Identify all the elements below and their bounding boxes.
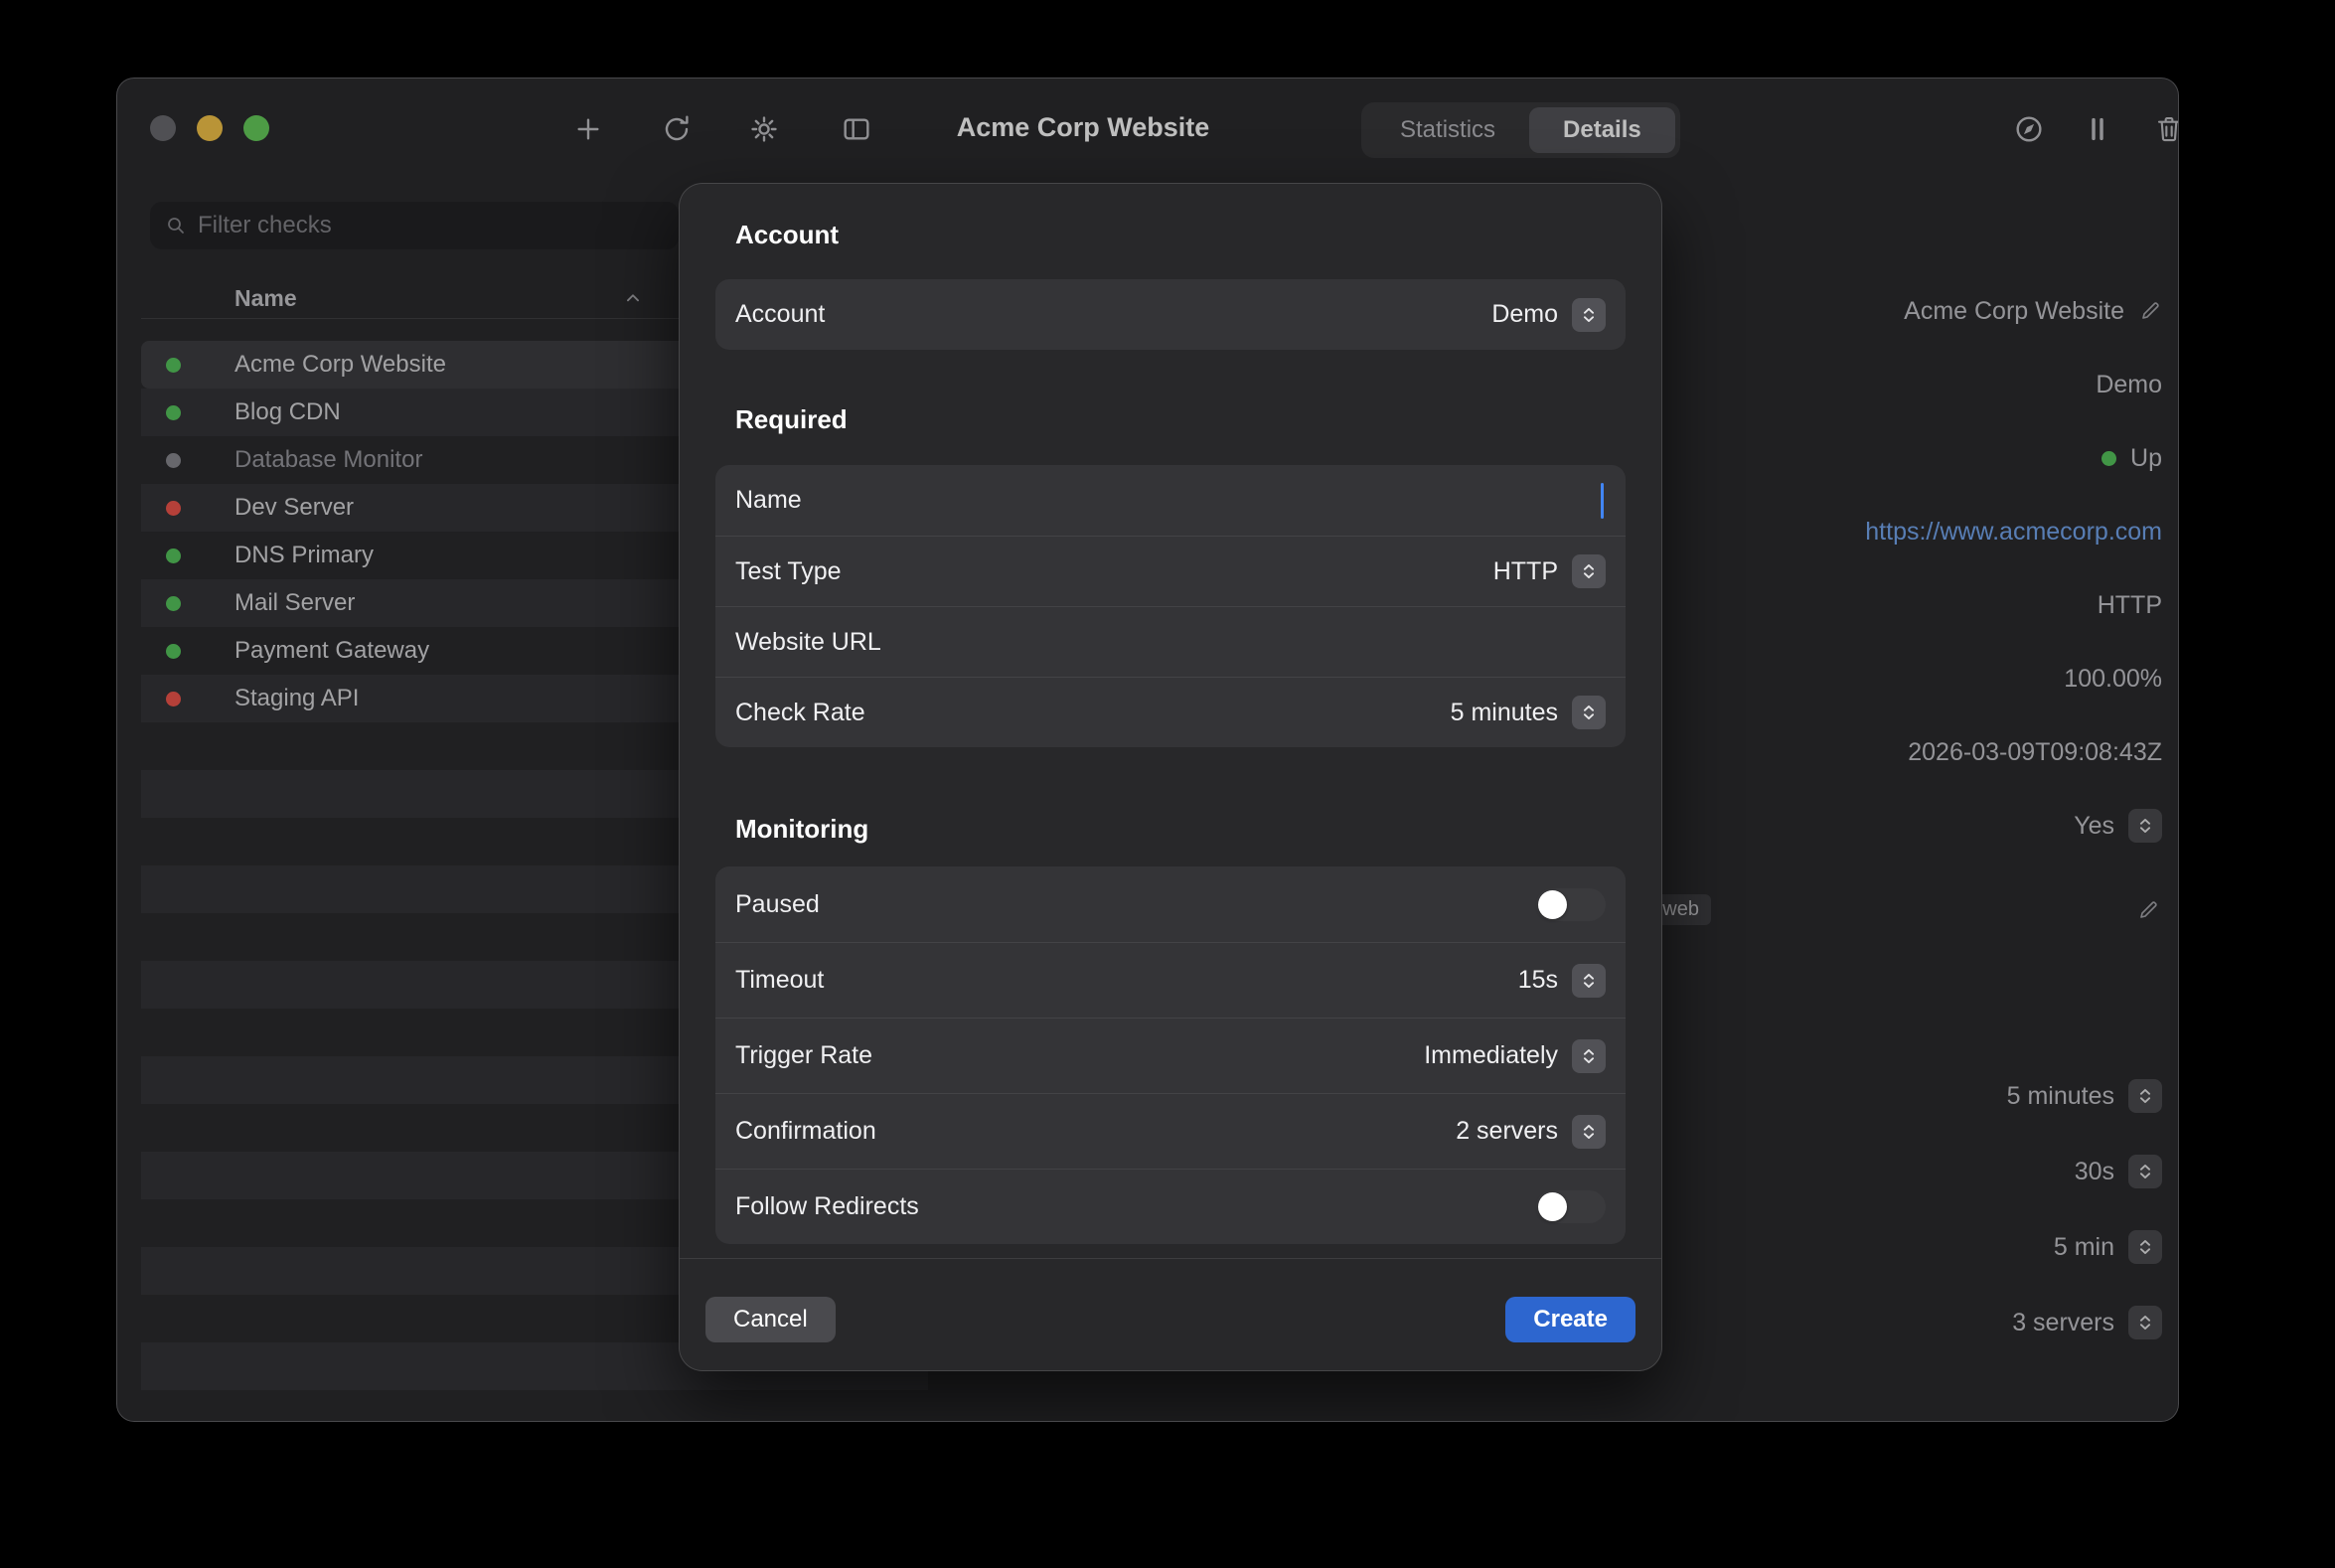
stepper-icon bbox=[1578, 970, 1600, 992]
timeout-value: 15s bbox=[1518, 966, 1558, 995]
account-group: Account Demo bbox=[715, 279, 1626, 350]
follow-redirects-label: Follow Redirects bbox=[735, 1192, 1536, 1221]
app-window: Acme Corp Website Statistics Details Nam… bbox=[116, 78, 2179, 1422]
toggle-knob bbox=[1538, 890, 1567, 919]
check-rate-stepper[interactable] bbox=[1572, 696, 1606, 729]
cancel-button[interactable]: Cancel bbox=[705, 1297, 836, 1342]
stepper-icon bbox=[1578, 1045, 1600, 1067]
stepper-icon bbox=[1578, 1121, 1600, 1143]
desktop: Acme Corp Website Statistics Details Nam… bbox=[0, 0, 2335, 1568]
confirmation-label: Confirmation bbox=[735, 1117, 1456, 1146]
create-button[interactable]: Create bbox=[1505, 1297, 1635, 1342]
paused-toggle[interactable] bbox=[1536, 888, 1606, 921]
footer-divider bbox=[680, 1258, 1661, 1259]
account-label: Account bbox=[735, 300, 1491, 329]
stepper-icon bbox=[1578, 702, 1600, 723]
monitoring-group: Paused Timeout 15s Trigger Rate Immediat… bbox=[715, 866, 1626, 1244]
toggle-knob bbox=[1538, 1192, 1567, 1221]
follow-redirects-toggle[interactable] bbox=[1536, 1190, 1606, 1223]
confirmation-stepper[interactable] bbox=[1572, 1115, 1606, 1149]
form-row-account[interactable]: Account Demo bbox=[715, 279, 1626, 350]
test-type-label: Test Type bbox=[735, 557, 1493, 586]
website-url-label: Website URL bbox=[735, 628, 1606, 657]
stepper-icon bbox=[1578, 560, 1600, 582]
section-header-monitoring: Monitoring bbox=[735, 814, 868, 845]
account-stepper[interactable] bbox=[1572, 298, 1606, 332]
test-type-stepper[interactable] bbox=[1572, 554, 1606, 588]
trigger-rate-value: Immediately bbox=[1424, 1041, 1558, 1070]
form-row-test-type[interactable]: Test Type HTTP bbox=[715, 536, 1626, 606]
paused-label: Paused bbox=[735, 890, 1536, 919]
form-row-timeout[interactable]: Timeout 15s bbox=[715, 942, 1626, 1018]
form-row-check-rate[interactable]: Check Rate 5 minutes bbox=[715, 677, 1626, 747]
name-label: Name bbox=[735, 486, 1606, 515]
form-row-name[interactable]: Name bbox=[715, 465, 1626, 536]
confirmation-value: 2 servers bbox=[1456, 1117, 1558, 1146]
timeout-stepper[interactable] bbox=[1572, 964, 1606, 998]
new-check-dialog: Account Account Demo Required Name Test … bbox=[679, 183, 1662, 1371]
section-header-account: Account bbox=[735, 220, 839, 250]
text-caret bbox=[1601, 483, 1604, 519]
trigger-rate-stepper[interactable] bbox=[1572, 1039, 1606, 1073]
test-type-value: HTTP bbox=[1493, 557, 1558, 586]
stepper-icon bbox=[1578, 304, 1600, 326]
form-row-website-url[interactable]: Website URL bbox=[715, 606, 1626, 677]
check-rate-label: Check Rate bbox=[735, 699, 1451, 727]
form-row-confirmation[interactable]: Confirmation 2 servers bbox=[715, 1093, 1626, 1169]
account-value: Demo bbox=[1491, 300, 1558, 329]
trigger-rate-label: Trigger Rate bbox=[735, 1041, 1424, 1070]
form-row-trigger-rate[interactable]: Trigger Rate Immediately bbox=[715, 1018, 1626, 1093]
required-group: Name Test Type HTTP Website URL Check Ra… bbox=[715, 465, 1626, 747]
check-rate-value: 5 minutes bbox=[1451, 699, 1558, 727]
form-row-paused: Paused bbox=[715, 866, 1626, 942]
timeout-label: Timeout bbox=[735, 966, 1518, 995]
form-row-follow-redirects: Follow Redirects bbox=[715, 1169, 1626, 1244]
section-header-required: Required bbox=[735, 404, 848, 435]
